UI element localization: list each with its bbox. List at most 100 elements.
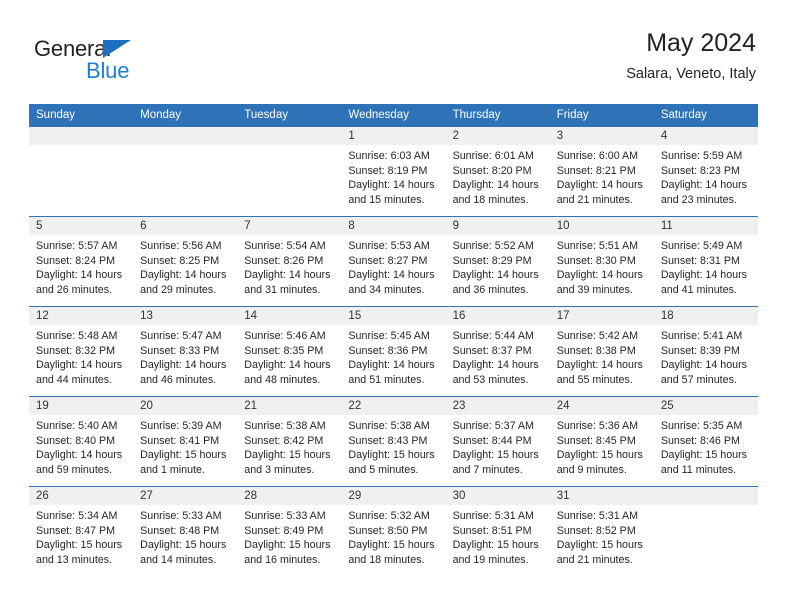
- calendar-day-cell[interactable]: 3 Sunrise: 6:00 AM Sunset: 8:21 PM Daylight…: [549, 126, 654, 217]
- day-number: 8: [341, 217, 446, 235]
- day-sun-info: Sunrise: 5:33 AM Sunset: 8:48 PM Daylight:…: [133, 505, 237, 567]
- calendar-day-cell[interactable]: 5 Sunrise: 5:57 AM Sunset: 8:24 PM Daylight…: [29, 216, 134, 307]
- daylight-text-line1: Daylight: 14 hours: [36, 269, 123, 282]
- daylight-text-line1: Daylight: 14 hours: [140, 269, 227, 282]
- sunrise-text: Sunrise: 5:33 AM: [244, 510, 326, 522]
- day-number: [29, 127, 134, 145]
- daylight-text-line1: Daylight: 15 hours: [452, 539, 539, 552]
- daylight-text-line1: Daylight: 14 hours: [348, 179, 435, 192]
- daylight-text-line1: Daylight: 14 hours: [452, 179, 539, 192]
- sunset-text: Sunset: 8:38 PM: [556, 344, 636, 357]
- day-sun-info: Sunrise: 5:42 AM Sunset: 8:38 PM Daylight:…: [550, 325, 654, 387]
- sunset-text: Sunset: 8:47 PM: [36, 524, 116, 537]
- calendar-day-cell[interactable]: 19 Sunrise: 5:40 AM Sunset: 8:40 PM Dayligh…: [29, 396, 134, 487]
- day-number: 10: [549, 217, 654, 235]
- page-header: General Blue May 2024 Salara, Veneto, It…: [0, 0, 792, 100]
- day-number: 7: [237, 217, 342, 235]
- calendar-day-cell[interactable]: 22 Sunrise: 5:38 AM Sunset: 8:43 PM Dayligh…: [341, 396, 446, 487]
- calendar-day-cell[interactable]: 23 Sunrise: 5:37 AM Sunset: 8:44 PM Dayligh…: [445, 396, 550, 487]
- day-sun-info: Sunrise: 5:54 AM Sunset: 8:26 PM Daylight:…: [237, 235, 341, 297]
- calendar-day-cell[interactable]: 13 Sunrise: 5:47 AM Sunset: 8:33 PM Dayligh…: [133, 306, 238, 397]
- sunrise-text: Sunrise: 5:31 AM: [556, 510, 639, 522]
- day-number: 29: [341, 487, 446, 505]
- calendar-day-cell[interactable]: 31 Sunrise: 5:31 AM Sunset: 8:52 PM Dayligh…: [549, 486, 654, 577]
- calendar-table: Sunday Monday Tuesday Wednesday Thursday…: [29, 104, 758, 577]
- day-sun-info: Sunrise: 5:47 AM Sunset: 8:33 PM Daylight:…: [133, 325, 237, 387]
- calendar-day-cell[interactable]: 7 Sunrise: 5:54 AM Sunset: 8:26 PM Daylight…: [237, 216, 342, 307]
- daylight-text-line2: and 31 minutes.: [244, 283, 321, 296]
- sunset-text: Sunset: 8:26 PM: [244, 254, 324, 267]
- calendar-day-cell[interactable]: 28 Sunrise: 5:33 AM Sunset: 8:49 PM Dayligh…: [237, 486, 342, 577]
- sunset-text: Sunset: 8:50 PM: [348, 524, 428, 537]
- daylight-text-line2: and 46 minutes.: [140, 373, 217, 386]
- calendar-day-cell[interactable]: 2 Sunrise: 6:01 AM Sunset: 8:20 PM Daylight…: [445, 126, 550, 217]
- calendar-day-cell[interactable]: 14 Sunrise: 5:46 AM Sunset: 8:35 PM Dayligh…: [237, 306, 342, 397]
- weekday-header-sunday: Sunday: [29, 104, 134, 127]
- weekday-header-saturday: Saturday: [653, 104, 758, 127]
- day-number: [653, 487, 758, 505]
- daylight-text-line1: Daylight: 14 hours: [452, 269, 539, 282]
- day-sun-info: Sunrise: 6:00 AM Sunset: 8:21 PM Daylight:…: [550, 145, 654, 207]
- daylight-text-line2: and 15 minutes.: [348, 193, 425, 206]
- daylight-text-line2: and 23 minutes.: [660, 193, 737, 206]
- sunrise-text: Sunrise: 5:54 AM: [244, 240, 326, 252]
- sunset-text: Sunset: 8:41 PM: [140, 434, 220, 447]
- day-sun-info: Sunrise: 5:41 AM Sunset: 8:39 PM Daylight:…: [654, 325, 758, 387]
- calendar-day-cell[interactable]: 25 Sunrise: 5:35 AM Sunset: 8:46 PM Dayligh…: [653, 396, 758, 487]
- title-block: May 2024 Salara, Veneto, Italy: [626, 28, 756, 84]
- day-number: 18: [653, 307, 758, 325]
- day-sun-info: Sunrise: 5:38 AM Sunset: 8:43 PM Daylight:…: [341, 415, 445, 477]
- day-sun-info: Sunrise: 5:38 AM Sunset: 8:42 PM Daylight:…: [237, 415, 341, 477]
- daylight-text-line2: and 41 minutes.: [660, 283, 737, 296]
- calendar-day-cell[interactable]: 29 Sunrise: 5:32 AM Sunset: 8:50 PM Dayligh…: [341, 486, 446, 577]
- daylight-text-line2: and 7 minutes.: [452, 463, 523, 476]
- calendar-day-cell[interactable]: 27 Sunrise: 5:33 AM Sunset: 8:48 PM Dayligh…: [133, 486, 238, 577]
- daylight-text-line2: and 14 minutes.: [140, 553, 217, 566]
- calendar-day-cell[interactable]: 8 Sunrise: 5:53 AM Sunset: 8:27 PM Daylight…: [341, 216, 446, 307]
- generalblue-logo[interactable]: General Blue: [34, 36, 224, 86]
- calendar-day-cell[interactable]: 12 Sunrise: 5:48 AM Sunset: 8:32 PM Dayligh…: [29, 306, 134, 397]
- sunset-text: Sunset: 8:23 PM: [660, 164, 740, 177]
- sunrise-text: Sunrise: 6:00 AM: [556, 150, 639, 162]
- daylight-text-line1: Daylight: 15 hours: [556, 449, 643, 462]
- calendar-day-cell[interactable]: 9 Sunrise: 5:52 AM Sunset: 8:29 PM Daylight…: [445, 216, 550, 307]
- day-sun-info: Sunrise: 5:40 AM Sunset: 8:40 PM Daylight:…: [29, 415, 133, 477]
- day-sun-info: Sunrise: 5:45 AM Sunset: 8:36 PM Daylight:…: [341, 325, 445, 387]
- sunrise-text: Sunrise: 5:48 AM: [36, 330, 118, 342]
- day-number: 6: [133, 217, 238, 235]
- calendar-day-cell[interactable]: 17 Sunrise: 5:42 AM Sunset: 8:38 PM Dayligh…: [549, 306, 654, 397]
- daylight-text-line1: Daylight: 15 hours: [244, 539, 331, 552]
- calendar-day-cell[interactable]: 30 Sunrise: 5:31 AM Sunset: 8:51 PM Dayligh…: [445, 486, 550, 577]
- calendar-day-cell[interactable]: 20 Sunrise: 5:39 AM Sunset: 8:41 PM Dayligh…: [133, 396, 238, 487]
- calendar-day-cell[interactable]: 26 Sunrise: 5:34 AM Sunset: 8:47 PM Dayligh…: [29, 486, 134, 577]
- daylight-text-line1: Daylight: 14 hours: [244, 269, 331, 282]
- sunset-text: Sunset: 8:25 PM: [140, 254, 220, 267]
- day-sun-info: Sunrise: 6:03 AM Sunset: 8:19 PM Daylight:…: [341, 145, 445, 207]
- day-sun-info: Sunrise: 5:53 AM Sunset: 8:27 PM Daylight:…: [341, 235, 445, 297]
- weekday-header-friday: Friday: [549, 104, 654, 127]
- calendar-day-cell[interactable]: 4 Sunrise: 5:59 AM Sunset: 8:23 PM Daylight…: [653, 126, 758, 217]
- sunset-text: Sunset: 8:31 PM: [660, 254, 740, 267]
- calendar-day-cell[interactable]: 24 Sunrise: 5:36 AM Sunset: 8:45 PM Dayligh…: [549, 396, 654, 487]
- calendar-day-cell[interactable]: 16 Sunrise: 5:44 AM Sunset: 8:37 PM Dayligh…: [445, 306, 550, 397]
- daylight-text-line2: and 51 minutes.: [348, 373, 425, 386]
- calendar-day-cell[interactable]: 11 Sunrise: 5:49 AM Sunset: 8:31 PM Dayligh…: [653, 216, 758, 307]
- daylight-text-line1: Daylight: 14 hours: [36, 449, 123, 462]
- daylight-text-line1: Daylight: 14 hours: [36, 359, 123, 372]
- calendar-day-cell[interactable]: 6 Sunrise: 5:56 AM Sunset: 8:25 PM Daylight…: [133, 216, 238, 307]
- calendar-day-cell[interactable]: 18 Sunrise: 5:41 AM Sunset: 8:39 PM Dayligh…: [653, 306, 758, 397]
- sunset-text: Sunset: 8:35 PM: [244, 344, 324, 357]
- calendar-day-cell[interactable]: 15 Sunrise: 5:45 AM Sunset: 8:36 PM Dayligh…: [341, 306, 446, 397]
- sunset-text: Sunset: 8:27 PM: [348, 254, 428, 267]
- sunrise-text: Sunrise: 5:45 AM: [348, 330, 430, 342]
- calendar-day-cell[interactable]: 1 Sunrise: 6:03 AM Sunset: 8:19 PM Daylight…: [341, 126, 446, 217]
- sunset-text: Sunset: 8:45 PM: [556, 434, 636, 447]
- daylight-text-line2: and 9 minutes.: [556, 463, 627, 476]
- day-number: 23: [445, 397, 550, 415]
- sunset-text: Sunset: 8:19 PM: [348, 164, 428, 177]
- daylight-text-line1: Daylight: 15 hours: [140, 539, 227, 552]
- calendar-day-cell[interactable]: 21 Sunrise: 5:38 AM Sunset: 8:42 PM Dayligh…: [237, 396, 342, 487]
- calendar-day-cell[interactable]: 10 Sunrise: 5:51 AM Sunset: 8:30 PM Dayligh…: [549, 216, 654, 307]
- daylight-text-line2: and 18 minutes.: [348, 553, 425, 566]
- sunrise-text: Sunrise: 5:56 AM: [140, 240, 222, 252]
